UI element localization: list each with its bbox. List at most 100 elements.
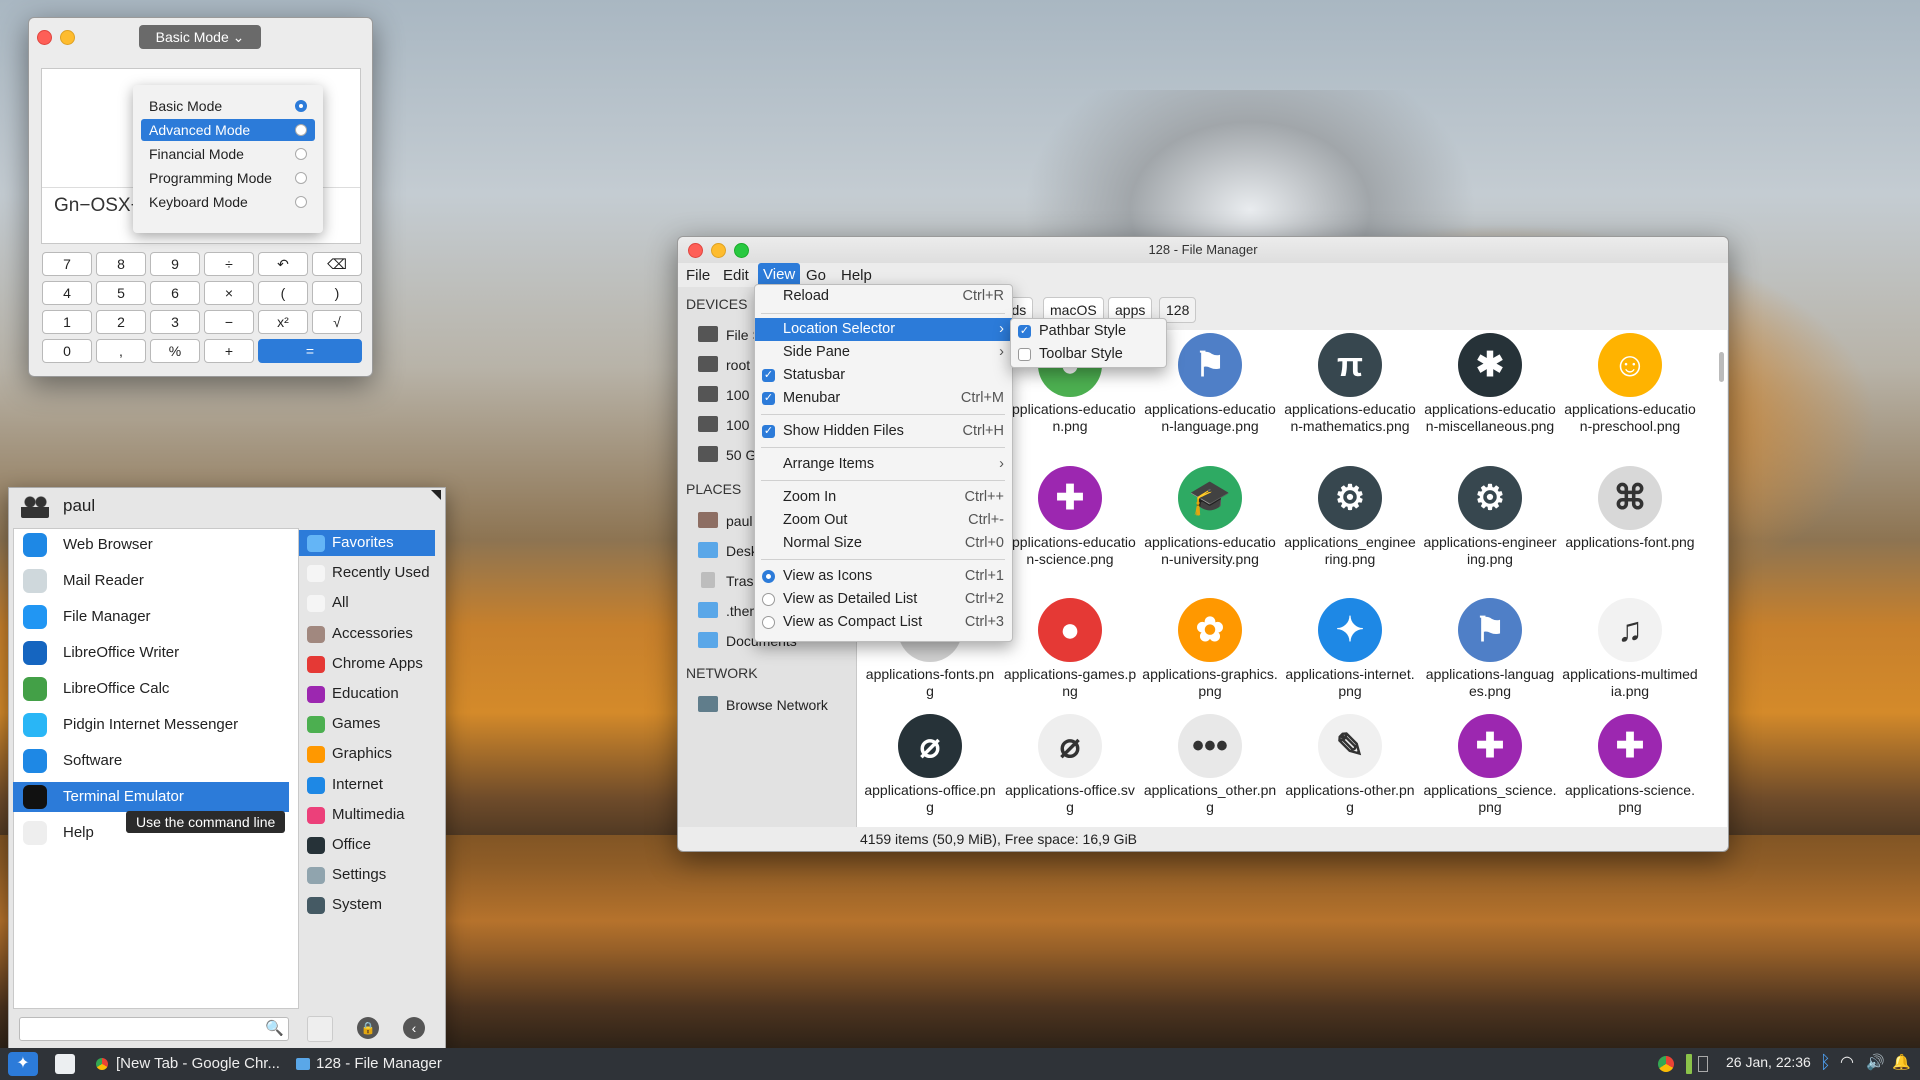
view-menu-location-selector[interactable]: Location Selector › <box>755 318 1012 341</box>
key-add[interactable]: + <box>204 339 254 363</box>
scrollbar-thumb[interactable] <box>1719 352 1724 382</box>
key-multiply[interactable]: × <box>204 281 254 305</box>
file-item[interactable]: π applications-education-mathematics.png <box>1282 333 1418 435</box>
file-item[interactable]: ✱ applications-education-miscellaneous.pn… <box>1422 333 1558 435</box>
resize-corner-icon[interactable] <box>431 490 441 500</box>
file-item[interactable]: ✚ applications_science.png <box>1422 714 1558 816</box>
battery-icon[interactable] <box>1686 1054 1692 1074</box>
task-chrome[interactable]: [New Tab - Google Chr... <box>94 1048 284 1080</box>
view-menu-arrange-items[interactable]: Arrange Items › <box>755 453 1012 476</box>
search-input[interactable]: 🔍 <box>19 1017 289 1041</box>
settings-launcher-icon[interactable] <box>55 1054 75 1074</box>
close-button[interactable] <box>37 30 52 45</box>
lock-screen-button[interactable]: 🔒 <box>357 1017 379 1039</box>
wifi-icon[interactable]: ◠ <box>1840 1052 1854 1072</box>
app-item[interactable]: File Manager <box>13 602 289 632</box>
category-item[interactable]: Internet <box>299 772 435 798</box>
file-item[interactable]: ⚙ applications-engineering.png <box>1422 466 1558 568</box>
file-item[interactable]: ✦ applications-internet.png <box>1282 598 1418 700</box>
file-item[interactable]: ☺ applications-education-preschool.png <box>1562 333 1698 435</box>
toolbar-style-item[interactable]: Toolbar Style <box>1011 343 1166 366</box>
whisker-menu-button[interactable]: ✦ <box>8 1052 38 1076</box>
app-item[interactable]: Mail Reader <box>13 566 289 596</box>
task-file-manager[interactable]: 128 - File Manager <box>292 1048 462 1080</box>
volume-icon[interactable]: 🔊 <box>1866 1053 1885 1071</box>
file-item[interactable]: ♫ applications-multimedia.png <box>1562 598 1698 700</box>
notification-icon[interactable]: 🔔 <box>1892 1053 1911 1071</box>
usb-icon[interactable] <box>1698 1056 1708 1072</box>
view-menu-side-pane[interactable]: Side Pane › <box>755 341 1012 364</box>
key-0[interactable]: 0 <box>42 339 92 363</box>
file-item[interactable]: 🎓 applications-education-university.png <box>1142 466 1278 568</box>
key-percent[interactable]: % <box>150 339 200 363</box>
app-item[interactable]: Software <box>13 746 289 776</box>
log-out-button[interactable]: ‹ <box>403 1017 425 1039</box>
view-menu-normal-size[interactable]: Normal Size Ctrl+0 <box>755 532 1012 555</box>
key-4[interactable]: 4 <box>42 281 92 305</box>
file-item[interactable]: ⌘ applications-font.png <box>1562 466 1698 551</box>
category-item[interactable]: Games <box>299 711 435 737</box>
key-8[interactable]: 8 <box>96 252 146 276</box>
key-undo[interactable]: ↶ <box>258 252 308 276</box>
file-item[interactable]: ✚ applications-education-science.png <box>1002 466 1138 568</box>
file-item[interactable]: ✚ applications-science.png <box>1562 714 1698 816</box>
category-item[interactable]: Accessories <box>299 621 435 647</box>
key-sqrt[interactable]: √ <box>312 310 362 334</box>
tray-chrome-icon[interactable] <box>1658 1056 1674 1072</box>
file-item[interactable]: ✿ applications-graphics.png <box>1142 598 1278 700</box>
category-item[interactable]: Chrome Apps <box>299 651 435 677</box>
menu-file[interactable]: File <box>686 267 710 284</box>
key-subtract[interactable]: − <box>204 310 254 334</box>
mode-item-financial[interactable]: Financial Mode <box>141 143 315 165</box>
mode-item-keyboard[interactable]: Keyboard Mode <box>141 191 315 213</box>
view-menu-reload[interactable]: Reload Ctrl+R <box>755 285 1012 308</box>
category-item[interactable]: Graphics <box>299 741 435 767</box>
view-menu-menubar[interactable]: ✓ Menubar Ctrl+M <box>755 387 1012 410</box>
clock[interactable]: 26 Jan, 22:36 <box>1726 1054 1811 1070</box>
file-item[interactable]: ✎ applications-other.png <box>1282 714 1418 816</box>
category-item[interactable]: System <box>299 892 435 918</box>
view-menu-zoom-out[interactable]: Zoom Out Ctrl+- <box>755 509 1012 532</box>
minimize-button[interactable] <box>60 30 75 45</box>
file-item[interactable]: ⚑ applications-languages.png <box>1422 598 1558 700</box>
category-item[interactable]: Office <box>299 832 435 858</box>
file-item[interactable]: ⌀ applications-office.png <box>862 714 998 816</box>
key-power[interactable]: x² <box>258 310 308 334</box>
key-7[interactable]: 7 <box>42 252 92 276</box>
category-item[interactable]: Settings <box>299 862 435 888</box>
key-9[interactable]: 9 <box>150 252 200 276</box>
mode-selector-button[interactable]: Basic Mode ⌄ <box>139 25 261 49</box>
pathbar-style-item[interactable]: ✓ Pathbar Style <box>1011 320 1166 343</box>
key-equals[interactable]: = <box>258 339 362 363</box>
app-item[interactable]: Pidgin Internet Messenger <box>13 710 289 740</box>
category-item[interactable]: Recently Used <box>299 560 435 586</box>
mode-item-basic[interactable]: Basic Mode <box>141 95 315 117</box>
key-backspace[interactable]: ⌫ <box>312 252 362 276</box>
category-item[interactable]: Multimedia <box>299 802 435 828</box>
mode-item-programming[interactable]: Programming Mode <box>141 167 315 189</box>
view-menu-view-as-compact[interactable]: View as Compact List Ctrl+3 <box>755 611 1012 634</box>
key-left-paren[interactable]: ( <box>258 281 308 305</box>
menu-edit[interactable]: Edit <box>723 267 749 284</box>
key-3[interactable]: 3 <box>150 310 200 334</box>
settings-manager-icon[interactable] <box>307 1016 333 1042</box>
view-menu-show-hidden[interactable]: ✓ Show Hidden Files Ctrl+H <box>755 420 1012 443</box>
view-menu-zoom-in[interactable]: Zoom In Ctrl++ <box>755 486 1012 509</box>
view-menu-view-as-icons[interactable]: View as Icons Ctrl+1 <box>755 565 1012 588</box>
key-6[interactable]: 6 <box>150 281 200 305</box>
key-1[interactable]: 1 <box>42 310 92 334</box>
file-item[interactable]: ⚙ applications_engineering.png <box>1282 466 1418 568</box>
key-divide[interactable]: ÷ <box>204 252 254 276</box>
file-item[interactable]: ••• applications_other.png <box>1142 714 1278 816</box>
file-item[interactable]: ● applications-games.png <box>1002 598 1138 700</box>
key-5[interactable]: 5 <box>96 281 146 305</box>
menu-help[interactable]: Help <box>841 267 872 284</box>
app-item[interactable]: Terminal Emulator <box>13 782 289 812</box>
app-item[interactable]: LibreOffice Calc <box>13 674 289 704</box>
key-2[interactable]: 2 <box>96 310 146 334</box>
category-item[interactable]: Favorites <box>299 530 435 556</box>
view-menu-view-as-detailed[interactable]: View as Detailed List Ctrl+2 <box>755 588 1012 611</box>
menu-go[interactable]: Go <box>806 267 826 284</box>
app-item[interactable]: LibreOffice Writer <box>13 638 289 668</box>
bluetooth-icon[interactable]: ᛒ <box>1820 1052 1831 1073</box>
